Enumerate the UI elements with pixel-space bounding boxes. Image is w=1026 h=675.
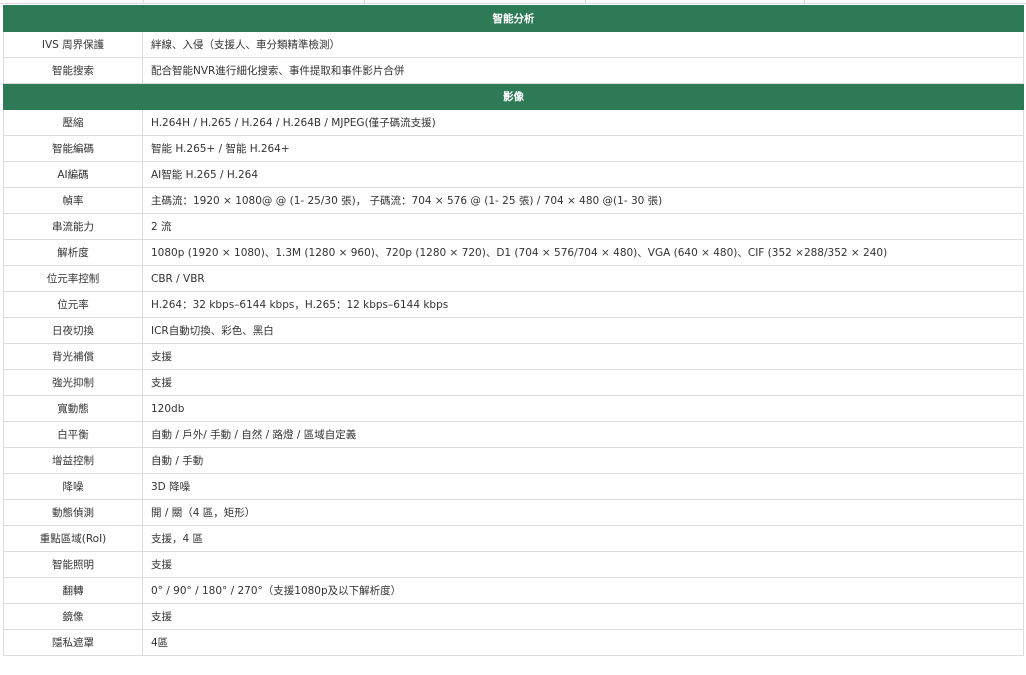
spec-label: 背光補償 — [3, 343, 143, 370]
spec-label: 寬動態 — [3, 395, 143, 422]
spec-label: 降噪 — [3, 473, 143, 500]
section-title: 智能分析 — [3, 5, 1024, 32]
spec-value: H.264H / H.265 / H.264 / H.264B / MJPEG(… — [142, 109, 1024, 136]
spec-value: 智能 H.265+ / 智能 H.264+ — [142, 135, 1024, 162]
table-row: 智能照明 支援 — [3, 551, 1024, 578]
spec-value: 配合智能NVR進行細化搜索、事件提取和事件影片合併 — [142, 57, 1024, 84]
table-row: 增益控制 自動 / 手動 — [3, 447, 1024, 474]
spec-value: 4區 — [142, 629, 1024, 656]
column-divider — [585, 0, 586, 4]
table-row: 翻轉 0° / 90° / 180° / 270°（支援1080p及以下解析度） — [3, 577, 1024, 604]
table-row: 白平衡 自動 / 戶外/ 手動 / 自然 / 路燈 / 區域自定義 — [3, 421, 1024, 448]
spec-value: 120db — [142, 395, 1024, 422]
section-title: 影像 — [3, 83, 1024, 110]
section-header-row: 影像 — [3, 83, 1024, 110]
spec-value: 支援 — [142, 369, 1024, 396]
spec-label: 動態偵測 — [3, 499, 143, 526]
spec-label: 白平衡 — [3, 421, 143, 448]
column-divider — [804, 0, 805, 4]
spec-label: 翻轉 — [3, 577, 143, 604]
spec-value: CBR / VBR — [142, 265, 1024, 292]
table-row: 壓縮 H.264H / H.265 / H.264 / H.264B / MJPE… — [3, 109, 1024, 136]
spec-value: 自動 / 戶外/ 手動 / 自然 / 路燈 / 區域自定義 — [142, 421, 1024, 448]
spec-label: 增益控制 — [3, 447, 143, 474]
table-row: 寬動態 120db — [3, 395, 1024, 422]
spec-label: 強光抑制 — [3, 369, 143, 396]
table-row: 背光補償 支援 — [3, 343, 1024, 370]
spec-value: ICR自動切換、彩色、黑白 — [142, 317, 1024, 344]
spec-label: AI編碼 — [3, 161, 143, 188]
spec-label: 重點區域(RoI) — [3, 525, 143, 552]
table-row: 串流能力 2 流 — [3, 213, 1024, 240]
table-row: 幀率 主碼流：1920 × 1080@ @ (1- 25/30 張)， 子碼流：7… — [3, 187, 1024, 214]
table-row: 動態偵測開 / 關（4 區，矩形） — [3, 499, 1024, 526]
table-row: 重點區域(RoI) 支援，4 區 — [3, 525, 1024, 552]
spec-label: 位元率 — [3, 291, 143, 318]
spec-value: 支援 — [142, 551, 1024, 578]
spec-label: 壓縮 — [3, 109, 143, 136]
spec-value: 支援，4 區 — [142, 525, 1024, 552]
spec-label: 智能照明 — [3, 551, 143, 578]
table-row: 降噪 3D 降噪 — [3, 473, 1024, 500]
spec-value: 1080p (1920 × 1080)、1.3M (1280 × 960)、72… — [142, 239, 1024, 266]
table-row: 解析度 1080p (1920 × 1080)、1.3M (1280 × 960)… — [3, 239, 1024, 266]
section-header-row: 智能分析 — [3, 5, 1024, 32]
spec-label: 位元率控制 — [3, 265, 143, 292]
spec-label: IVS 周界保護 — [3, 31, 143, 58]
table-row: 位元率 H.264：32 kbps–6144 kbps，H.265：12 kbps… — [3, 291, 1024, 318]
spec-value: 2 流 — [142, 213, 1024, 240]
spec-label: 智能編碼 — [3, 135, 143, 162]
table-row: 智能搜索 配合智能NVR進行細化搜索、事件提取和事件影片合併 — [3, 57, 1024, 84]
table-row: AI編碼 AI智能 H.265 / H.264 — [3, 161, 1024, 188]
table-row: IVS 周界保護 絆線、入侵（支援人、車分類精準檢測） — [3, 31, 1024, 58]
spec-label: 鏡像 — [3, 603, 143, 630]
spec-value: 3D 降噪 — [142, 473, 1024, 500]
spec-table-body: 智能分析 IVS 周界保護 絆線、入侵（支援人、車分類精準檢測） 智能搜索 配合智能NV… — [3, 5, 1024, 656]
table-row: 智能編碼 智能 H.265+ / 智能 H.264+ — [3, 135, 1024, 162]
spec-value: 主碼流：1920 × 1080@ @ (1- 25/30 張)， 子碼流：704… — [142, 187, 1024, 214]
spec-value: 支援 — [142, 343, 1024, 370]
table-top-edge — [0, 0, 1026, 4]
spec-value: AI智能 H.265 / H.264 — [142, 161, 1024, 188]
table-row: 隱私遮罩 4區 — [3, 629, 1024, 656]
spec-label: 隱私遮罩 — [3, 629, 143, 656]
spec-value: 0° / 90° / 180° / 270°（支援1080p及以下解析度） — [142, 577, 1024, 604]
table-row: 強光抑制 支援 — [3, 369, 1024, 396]
spec-value: 支援 — [142, 603, 1024, 630]
table-row: 日夜切換 ICR自動切換、彩色、黑白 — [3, 317, 1024, 344]
spec-value: 自動 / 手動 — [142, 447, 1024, 474]
spec-value: 絆線、入侵（支援人、車分類精準檢測） — [142, 31, 1024, 58]
spec-value: 開 / 關（4 區，矩形） — [142, 499, 1024, 526]
spec-table: 智能分析 IVS 周界保護 絆線、入侵（支援人、車分類精準檢測） 智能搜索 配合智能NV… — [3, 5, 1024, 656]
spec-label: 解析度 — [3, 239, 143, 266]
spec-label: 日夜切換 — [3, 317, 143, 344]
table-row: 鏡像 支援 — [3, 603, 1024, 630]
spec-value: H.264：32 kbps–6144 kbps，H.265：12 kbps–61… — [142, 291, 1024, 318]
table-row: 位元率控制 CBR / VBR — [3, 265, 1024, 292]
spec-label: 串流能力 — [3, 213, 143, 240]
column-divider — [364, 0, 365, 4]
spec-label: 幀率 — [3, 187, 143, 214]
column-divider — [143, 0, 144, 4]
spec-label: 智能搜索 — [3, 57, 143, 84]
